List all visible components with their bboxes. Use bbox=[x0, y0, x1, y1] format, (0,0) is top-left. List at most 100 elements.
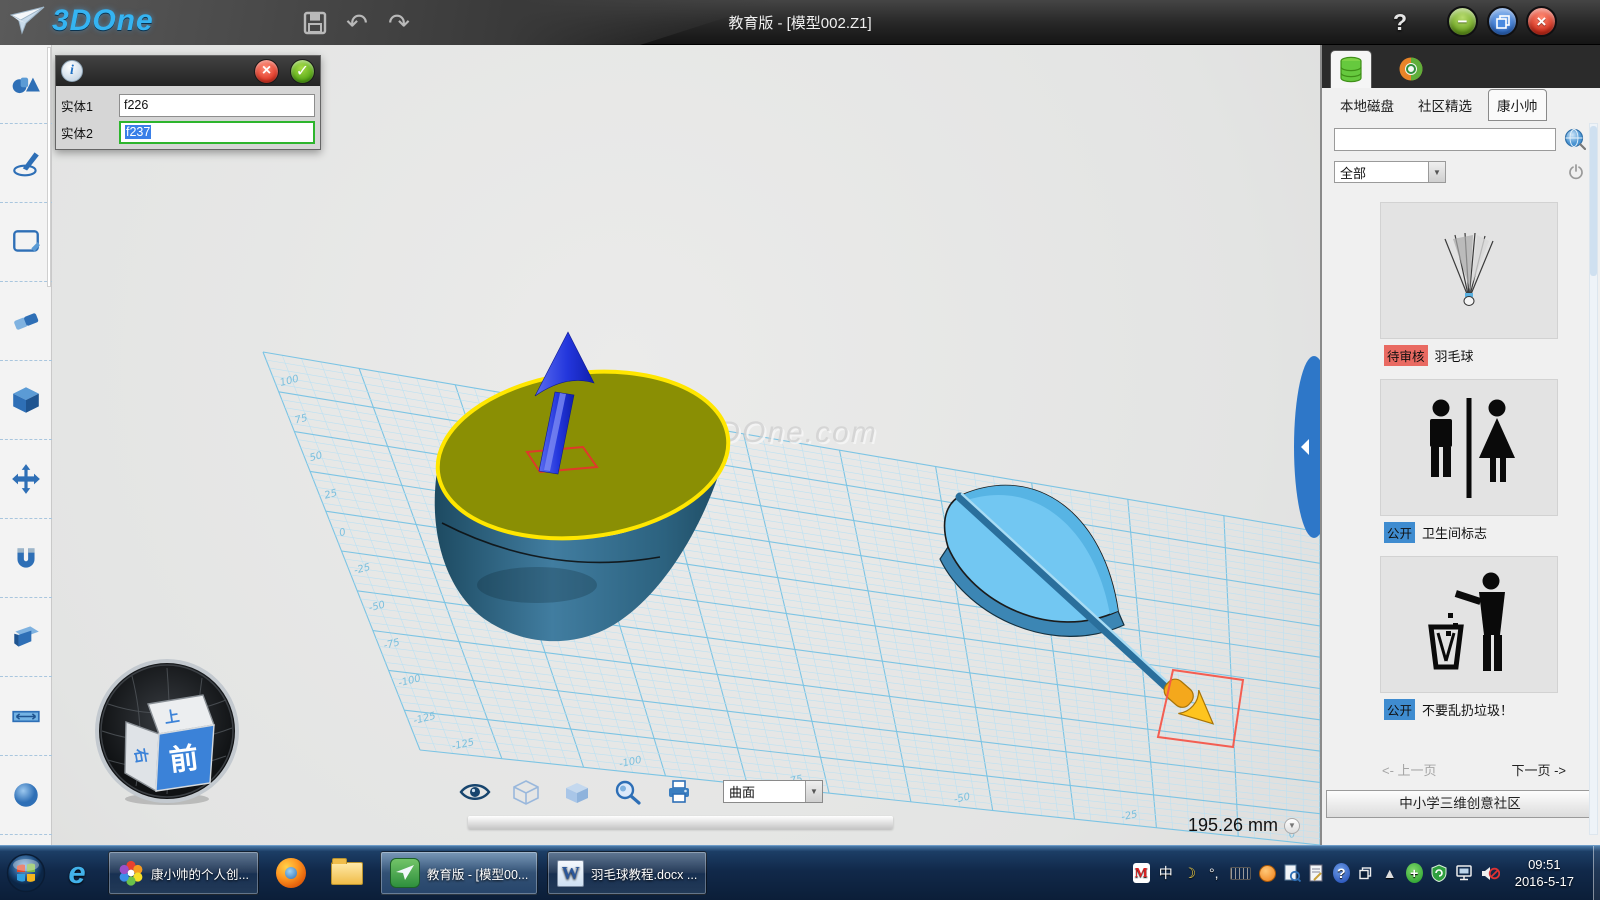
community-ball-icon bbox=[1397, 55, 1425, 83]
visibility-button[interactable] bbox=[458, 778, 492, 805]
printer-icon bbox=[662, 779, 696, 805]
clock-date: 2016-5-17 bbox=[1515, 873, 1574, 890]
dialog-confirm-button[interactable]: ✓ bbox=[290, 59, 315, 84]
minimize-button[interactable]: − bbox=[1447, 6, 1478, 37]
tab-local-disk[interactable]: 本地磁盘 bbox=[1332, 90, 1402, 120]
tray-keyboard-icon[interactable] bbox=[1230, 867, 1251, 880]
tab-user[interactable]: 康小帅 bbox=[1488, 89, 1547, 121]
tool-combine-button[interactable] bbox=[0, 598, 52, 677]
clock-time: 09:51 bbox=[1515, 856, 1574, 873]
tray-network-icon[interactable] bbox=[1455, 863, 1473, 883]
taskbar-clock[interactable]: 09:51 2016-5-17 bbox=[1515, 856, 1574, 890]
sketch-plane-icon bbox=[10, 226, 42, 258]
tool-measure-button[interactable] bbox=[0, 677, 52, 756]
tool-primitives-button[interactable] bbox=[0, 45, 52, 124]
right-panel: 本地磁盘 社区精选 康小帅 全部 ▼ bbox=[1320, 45, 1600, 845]
entity2-label: 实体2 bbox=[61, 123, 119, 142]
explorer-launcher[interactable] bbox=[323, 849, 371, 897]
tool-sketch-plane-button[interactable] bbox=[0, 203, 52, 282]
search-input[interactable] bbox=[1334, 128, 1556, 151]
scene-canvas[interactable]: i3DOne.com i3DOne.com bbox=[52, 45, 1320, 845]
wireframe-view-button[interactable] bbox=[509, 778, 543, 805]
view-cube-widget[interactable]: 上 右 前 bbox=[92, 656, 242, 806]
list-item-restroom[interactable]: 公开 卫生间标志 bbox=[1322, 379, 1600, 543]
view-cube-top-label: 上 bbox=[163, 708, 180, 727]
tray-m-icon[interactable]: M bbox=[1133, 863, 1150, 883]
panel-collapse-handle[interactable] bbox=[1294, 356, 1320, 538]
taskbar-button-word[interactable]: W 羽毛球教程.docx ... bbox=[547, 851, 707, 895]
undo-button[interactable]: ↶ bbox=[340, 7, 374, 39]
tray-volume-muted-icon[interactable] bbox=[1481, 863, 1500, 883]
application-window: 3DOne ↶ ↷ 教育版 - [模型002.Z1] ? − × bbox=[0, 0, 1600, 900]
zoom-button[interactable] bbox=[611, 778, 645, 805]
feature-cube-icon bbox=[10, 384, 42, 416]
ie-launcher[interactable]: e bbox=[55, 849, 99, 897]
tool-feature-cube-button[interactable] bbox=[0, 361, 52, 440]
dialog-header: i × ✓ bbox=[56, 56, 320, 86]
sketch-icon bbox=[10, 147, 42, 179]
taskbar-button-browser-window[interactable]: 康小帅的个人创... bbox=[108, 851, 259, 895]
community-tab-button[interactable] bbox=[1390, 50, 1432, 88]
restore-button[interactable] bbox=[1487, 6, 1518, 37]
thumbnail-badminton[interactable] bbox=[1380, 202, 1558, 339]
viewport-3d[interactable]: 1007550250-25-50-75-100-125-125-100-75-5… bbox=[52, 45, 1320, 845]
power-icon[interactable] bbox=[1568, 164, 1584, 180]
tool-move-button[interactable] bbox=[0, 440, 52, 519]
tool-sketch-button[interactable] bbox=[0, 124, 52, 203]
feather-solid[interactable] bbox=[940, 486, 1243, 747]
thumbnail-restroom[interactable] bbox=[1380, 379, 1558, 516]
help-button[interactable]: ? bbox=[1386, 8, 1414, 36]
save-button[interactable] bbox=[298, 7, 332, 39]
tool-magnet-button[interactable] bbox=[0, 519, 52, 598]
bowl-solid[interactable] bbox=[428, 356, 738, 641]
tool-material-button[interactable] bbox=[0, 756, 52, 835]
tray-expand-icon[interactable]: ▲ bbox=[1382, 863, 1398, 883]
list-item-no-litter[interactable]: 公开 不要乱扔垃圾！ bbox=[1322, 556, 1600, 720]
display-mode-dropdown[interactable]: 曲面 ▼ bbox=[723, 780, 823, 803]
tray-restore-icon[interactable] bbox=[1358, 863, 1374, 883]
tray-help-icon[interactable]: ? bbox=[1333, 863, 1350, 883]
show-desktop-button[interactable] bbox=[1593, 846, 1600, 900]
status-badge-public: 公开 bbox=[1384, 522, 1415, 543]
measure-icon bbox=[10, 700, 42, 732]
search-globe-icon[interactable] bbox=[1564, 128, 1586, 150]
entity2-field[interactable]: f237 bbox=[119, 121, 315, 144]
tray-360-icon[interactable]: + bbox=[1406, 863, 1423, 883]
print-button[interactable] bbox=[662, 778, 696, 805]
tool-eraser-button[interactable] bbox=[0, 282, 52, 361]
taskbar-button-label: 羽毛球教程.docx ... bbox=[591, 864, 697, 883]
item-title: 卫生间标志 bbox=[1422, 523, 1487, 542]
panel-search-row bbox=[1322, 122, 1600, 156]
panel-scrollbar[interactable] bbox=[1589, 123, 1598, 835]
category-dropdown[interactable]: 全部 ▼ bbox=[1334, 161, 1446, 183]
next-page-button[interactable]: 下一页 -> bbox=[1511, 760, 1566, 779]
close-button[interactable]: × bbox=[1526, 6, 1557, 37]
list-item-badminton[interactable]: 待审核 羽毛球 bbox=[1322, 202, 1600, 366]
tray-doc-icon[interactable] bbox=[1309, 863, 1325, 883]
library-tab-button[interactable] bbox=[1330, 50, 1372, 88]
app-logo: 3DOne bbox=[10, 4, 154, 38]
measurement-chevron-icon[interactable]: ▼ bbox=[1284, 818, 1300, 834]
tray-shield-icon[interactable] bbox=[1431, 863, 1447, 883]
prev-page-button[interactable]: <- 上一页 bbox=[1382, 760, 1437, 779]
thumbnail-no-litter[interactable] bbox=[1380, 556, 1558, 693]
firefox-icon bbox=[276, 858, 306, 888]
community-site-button[interactable]: 中小学三维创意社区 bbox=[1326, 790, 1594, 818]
tray-moon-icon[interactable]: ☽ bbox=[1182, 863, 1198, 883]
windows-start-icon bbox=[6, 853, 46, 893]
entity1-field[interactable]: f226 bbox=[119, 94, 315, 117]
redo-button[interactable]: ↷ bbox=[382, 7, 416, 39]
tray-ime-icon[interactable]: 中 bbox=[1158, 863, 1174, 883]
tray-sogou-icon[interactable] bbox=[1259, 865, 1276, 882]
firefox-launcher[interactable] bbox=[268, 849, 314, 897]
start-button[interactable] bbox=[6, 849, 46, 897]
dropdown-arrow-icon: ▼ bbox=[1428, 162, 1445, 182]
tray-punct-icon[interactable]: °, bbox=[1206, 863, 1222, 883]
taskbar-button-3done[interactable]: 教育版 - [模型00... bbox=[380, 851, 538, 895]
tray-search-doc-icon[interactable] bbox=[1284, 863, 1301, 883]
shaded-view-button[interactable] bbox=[560, 778, 594, 805]
toolbar-scrollbar[interactable] bbox=[47, 47, 51, 287]
tab-community-featured[interactable]: 社区精选 bbox=[1410, 90, 1480, 120]
dialog-cancel-button[interactable]: × bbox=[254, 59, 279, 84]
pagination: <- 上一页 下一页 -> bbox=[1322, 756, 1600, 782]
